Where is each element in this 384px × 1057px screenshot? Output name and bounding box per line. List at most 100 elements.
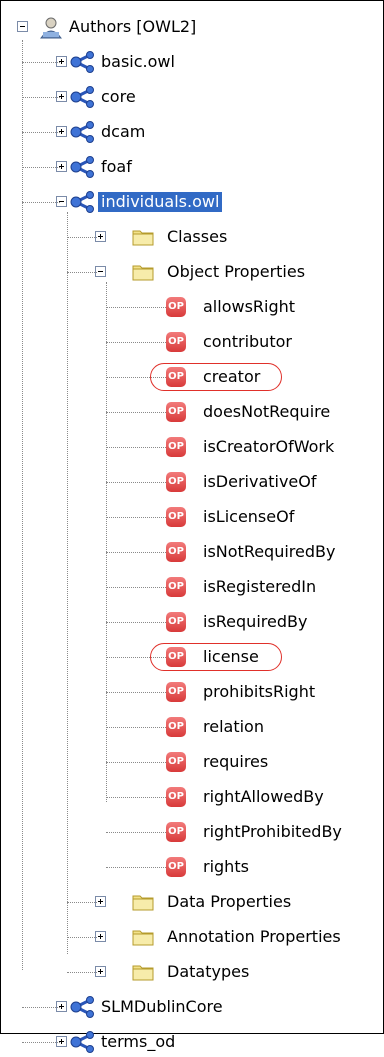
object-property-icon: OP: [166, 542, 186, 562]
tree-connector: [106, 762, 166, 763]
tree-connector: [106, 587, 166, 588]
tree-connector: [106, 692, 166, 693]
tree-node-label: individuals.owl: [98, 192, 223, 212]
tree-node-object-property[interactable]: OP rightAllowedBy: [0, 784, 384, 812]
object-property-icon: OP: [166, 612, 186, 632]
tree-node-annotation-properties[interactable]: Annotation Properties: [0, 924, 384, 952]
tree-connector: [106, 517, 166, 518]
tree-node-object-property[interactable]: OP rights: [0, 854, 384, 882]
highlight-circle: [150, 643, 282, 671]
object-property-icon: OP: [166, 297, 186, 317]
tree-node-object-property[interactable]: OP allowsRight: [0, 294, 384, 322]
tree-node-label: Annotation Properties: [167, 927, 341, 946]
tree-connector: [106, 727, 166, 728]
collapse-root-toggle[interactable]: [17, 21, 28, 32]
object-property-icon: OP: [166, 717, 186, 737]
tree-connector: [67, 937, 97, 938]
tree-node-label: Object Properties: [167, 262, 306, 281]
tree-node-object-property[interactable]: OP isDerivativeOf: [0, 469, 384, 497]
tree-connector: [67, 237, 97, 238]
ontology-icon: [70, 996, 96, 1018]
tree-node-label: allowsRight: [203, 297, 296, 316]
tree-node-label: basic.owl: [101, 52, 175, 71]
tree-node-label: doesNotRequire: [203, 402, 331, 421]
tree-node-label: Data Properties: [167, 892, 292, 911]
tree-node-label: terms_od: [101, 1032, 176, 1051]
tree-node-label: isNotRequiredBy: [203, 542, 336, 561]
tree-connector: [22, 1007, 60, 1008]
highlight-circle: [150, 363, 282, 391]
tree-connector: [106, 832, 166, 833]
tree-node-label: Authors [OWL2]: [69, 17, 197, 36]
tree-node-root[interactable]: Authors [OWL2]: [0, 14, 384, 42]
tree-node-label: Datatypes: [167, 962, 250, 981]
folder-icon: [132, 893, 154, 911]
tree-node-label: rightAllowedBy: [203, 787, 324, 806]
tree-node-ontology[interactable]: basic.owl: [0, 49, 384, 77]
tree-node-object-property[interactable]: OP isCreatorOfWork: [0, 434, 384, 462]
tree-node-label: isRequiredBy: [203, 612, 308, 631]
tree-node-label: core: [101, 87, 136, 106]
tree-node-object-property[interactable]: OP rightProhibitedBy: [0, 819, 384, 847]
tree-connector: [106, 867, 166, 868]
object-property-icon: OP: [166, 332, 186, 352]
object-property-icon: OP: [166, 507, 186, 527]
tree-node-object-property[interactable]: OP isRequiredBy: [0, 609, 384, 637]
ontology-icon: [70, 1031, 96, 1053]
tree-node-label: rights: [203, 857, 249, 876]
tree-node-label: relation: [203, 717, 264, 736]
tree-node-label: contributor: [203, 332, 292, 351]
tree-connector: [22, 62, 60, 63]
tree-node-ontology[interactable]: dcam: [0, 119, 384, 147]
tree-node-label: isRegisteredIn: [203, 577, 317, 596]
tree-node-label: SLMDublinCore: [101, 997, 223, 1016]
tree-node-object-property[interactable]: OP doesNotRequire: [0, 399, 384, 427]
tree-node-object-property[interactable]: OP requires: [0, 749, 384, 777]
tree-connector: [106, 552, 166, 553]
tree-node-ontology[interactable]: terms_od: [0, 1029, 384, 1057]
object-property-icon: OP: [166, 857, 186, 877]
tree-node-datatypes[interactable]: Datatypes: [0, 959, 384, 987]
ontology-icon: [70, 51, 96, 73]
tree-node-data-properties[interactable]: Data Properties: [0, 889, 384, 917]
tree-node-ontology[interactable]: foaf: [0, 154, 384, 182]
ontology-icon: [70, 191, 96, 213]
tree-node-label: prohibitsRight: [203, 682, 316, 701]
tree-node-classes[interactable]: Classes: [0, 224, 384, 252]
tree-connector: [67, 902, 97, 903]
tree-connector: [106, 412, 166, 413]
object-property-icon: OP: [166, 472, 186, 492]
tree-connector: [67, 972, 97, 973]
object-property-icon: OP: [166, 577, 186, 597]
tree-connector: [106, 482, 166, 483]
tree-node-label: Classes: [167, 227, 228, 246]
tree-node-object-property[interactable]: OP contributor: [0, 329, 384, 357]
object-property-icon: OP: [166, 752, 186, 772]
ontology-icon: [70, 86, 96, 108]
tree-connector: [22, 97, 60, 98]
folder-icon: [132, 928, 154, 946]
tree-connector: [106, 797, 166, 798]
object-property-icon: OP: [166, 437, 186, 457]
tree-node-label: foaf: [101, 157, 132, 176]
ontology-icon: [70, 156, 96, 178]
tree-node-label: isLicenseOf: [203, 507, 295, 526]
tree-node-object-properties[interactable]: Object Properties: [0, 259, 384, 287]
tree-node-object-property[interactable]: OP isRegisteredIn: [0, 574, 384, 602]
folder-icon: [132, 263, 154, 281]
tree-node-ontology[interactable]: SLMDublinCore: [0, 994, 384, 1022]
tree-node-object-property[interactable]: OP isNotRequiredBy: [0, 539, 384, 567]
tree-connector: [106, 447, 166, 448]
tree-connector: [106, 307, 166, 308]
tree-node-object-property[interactable]: OP relation: [0, 714, 384, 742]
tree-node-ontology[interactable]: individuals.owl: [0, 189, 384, 217]
tree-node-label: isCreatorOfWork: [203, 437, 335, 456]
object-property-icon: OP: [166, 682, 186, 702]
tree-connector: [106, 622, 166, 623]
tree-connector: [106, 342, 166, 343]
tree-node-object-property[interactable]: OP isLicenseOf: [0, 504, 384, 532]
object-property-icon: OP: [166, 822, 186, 842]
tree-node-ontology[interactable]: core: [0, 84, 384, 112]
tree-node-object-property[interactable]: OP prohibitsRight: [0, 679, 384, 707]
object-property-icon: OP: [166, 402, 186, 422]
